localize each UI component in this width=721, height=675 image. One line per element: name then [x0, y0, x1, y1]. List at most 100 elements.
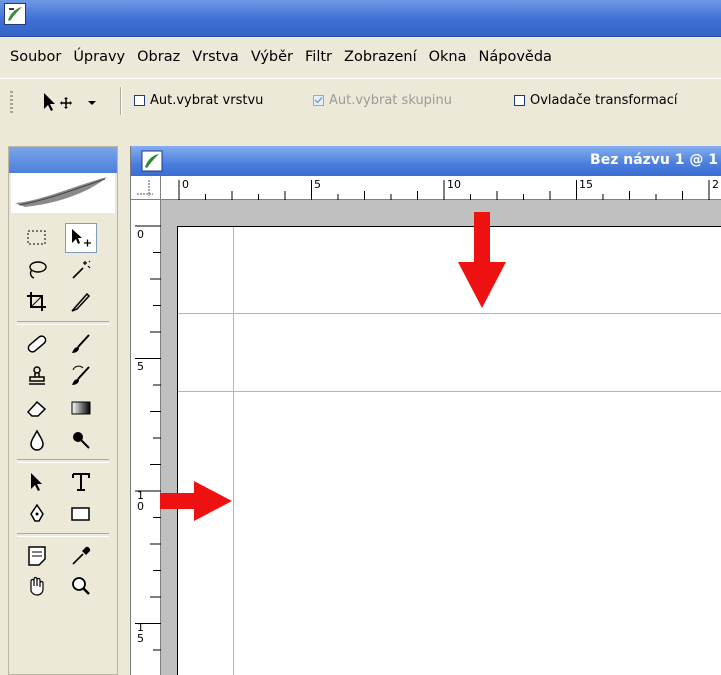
type-tool[interactable]	[65, 467, 97, 497]
ruler-label: 1 5	[137, 621, 144, 645]
transform-controls-checkbox[interactable]: Ovladače transformací	[514, 93, 677, 108]
ruler-label: 0	[137, 228, 144, 241]
photoshop-document-icon	[141, 150, 163, 172]
eraser-tool[interactable]	[21, 393, 53, 423]
auto-select-layer-checkbox[interactable]: Aut.vybrat vrstvu	[134, 93, 263, 108]
horizontal-ruler[interactable]: 0 5 10 15 2	[161, 176, 721, 200]
tool-preset-picker[interactable]	[38, 87, 102, 115]
stamp-icon	[29, 366, 45, 385]
menu-bar: Soubor Úpravy Obraz Vrstva Výběr Filtr Z…	[0, 44, 721, 70]
ruler-label: 5	[137, 360, 144, 373]
photoshop-app-icon[interactable]	[4, 3, 26, 25]
gradient-tool[interactable]	[65, 393, 97, 423]
gradient-icon	[71, 401, 91, 415]
path-select-icon	[31, 473, 42, 491]
path-selection-tool[interactable]	[21, 467, 53, 497]
hand-icon	[30, 576, 44, 596]
healing-brush-icon	[27, 335, 47, 353]
pen-tool[interactable]	[21, 499, 53, 529]
menu-select[interactable]: Výběr	[245, 49, 299, 65]
notes-icon	[28, 546, 46, 566]
dodge-tool[interactable]	[65, 425, 97, 455]
blur-tool[interactable]	[21, 425, 53, 455]
canvas-area[interactable]	[161, 200, 721, 675]
shape-tool[interactable]	[65, 499, 97, 529]
checkbox-box	[313, 95, 324, 106]
canvas[interactable]	[177, 226, 721, 675]
magic-wand-icon	[72, 260, 91, 279]
checkbox-box[interactable]	[514, 95, 525, 106]
marquee-tool[interactable]	[21, 223, 53, 253]
shape-icon	[71, 507, 90, 521]
clone-stamp-tool[interactable]	[21, 361, 53, 391]
document-title: Bez názvu 1 @ 1	[590, 152, 718, 168]
menu-view[interactable]: Zobrazení	[338, 49, 423, 65]
app-title-bar	[0, 0, 721, 37]
history-brush-tool[interactable]	[65, 361, 97, 391]
brush-icon	[72, 334, 90, 353]
hand-tool[interactable]	[21, 571, 53, 601]
ruler-label: 0	[182, 178, 189, 191]
ruler-label: 5	[314, 178, 321, 191]
horizontal-guide[interactable]	[178, 391, 721, 392]
checkbox-box[interactable]	[134, 95, 145, 106]
toolbox-divider	[17, 533, 109, 537]
zoom-tool[interactable]	[65, 571, 97, 601]
arrow-right-icon	[160, 481, 232, 521]
lasso-tool[interactable]	[21, 255, 53, 285]
arrow-down-icon	[458, 212, 506, 308]
dodge-icon	[73, 432, 90, 449]
slice-icon	[71, 292, 91, 312]
transform-controls-label: Ovladače transformací	[530, 93, 678, 108]
brush-tool[interactable]	[65, 329, 97, 359]
ruler-origin[interactable]	[131, 176, 161, 200]
toolbox-divider	[17, 321, 109, 325]
ruler-label: 15	[579, 178, 593, 191]
toolbox-divider	[17, 459, 109, 463]
toolbox-header[interactable]	[9, 147, 117, 173]
document-title-bar[interactable]: Bez názvu 1 @ 1	[131, 146, 721, 176]
marquee-icon	[27, 230, 46, 245]
eyedropper-tool[interactable]	[65, 541, 97, 571]
healing-brush-tool[interactable]	[21, 329, 53, 359]
vertical-ruler-ticks	[135, 225, 161, 651]
zoom-icon	[72, 577, 90, 595]
menu-help[interactable]: Nápověda	[473, 49, 558, 65]
move-icon	[72, 229, 91, 247]
magic-wand-tool[interactable]	[65, 255, 97, 285]
auto-select-group-label: Aut.vybrat skupinu	[329, 93, 453, 108]
menu-filter[interactable]: Filtr	[299, 49, 338, 65]
vertical-ruler[interactable]: 0 5 1 0 1 5	[131, 200, 161, 675]
feather-logo	[11, 173, 115, 213]
horizontal-guide[interactable]	[178, 313, 721, 314]
move-tool[interactable]	[65, 223, 97, 253]
options-bar: Aut.vybrat vrstvu Aut.vybrat skupinu Ovl…	[0, 78, 721, 122]
crop-tool[interactable]	[21, 287, 53, 317]
menu-image[interactable]: Obraz	[131, 49, 186, 65]
menu-layer[interactable]: Vrstva	[186, 49, 245, 65]
ruler-label: 10	[447, 178, 461, 191]
blur-icon	[30, 429, 44, 451]
document-window: Bez názvu 1 @ 1 0 5 10 15 2 0 5 1 0 1 5	[130, 146, 721, 675]
lasso-icon	[29, 261, 47, 279]
options-separator	[120, 87, 122, 115]
history-brush-icon	[72, 365, 90, 385]
options-bar-grip[interactable]	[10, 91, 13, 113]
crop-icon	[27, 292, 46, 311]
menu-file[interactable]: Soubor	[0, 49, 67, 65]
menu-edit[interactable]: Úpravy	[67, 49, 131, 65]
notes-tool[interactable]	[21, 541, 53, 571]
eyedropper-icon	[72, 546, 91, 565]
pen-icon	[30, 503, 44, 522]
chevron-down-icon	[88, 101, 96, 105]
auto-select-layer-label: Aut.vybrat vrstvu	[150, 93, 264, 108]
vertical-guide[interactable]	[233, 227, 234, 675]
toolbox-panel	[8, 146, 118, 675]
horizontal-ruler-ticks	[178, 180, 710, 200]
move-icon	[44, 93, 96, 111]
slice-tool[interactable]	[65, 287, 97, 317]
menu-window[interactable]: Okna	[423, 49, 473, 65]
eraser-icon	[26, 400, 47, 417]
type-icon	[72, 473, 90, 491]
ruler-label: 1 0	[137, 489, 144, 513]
